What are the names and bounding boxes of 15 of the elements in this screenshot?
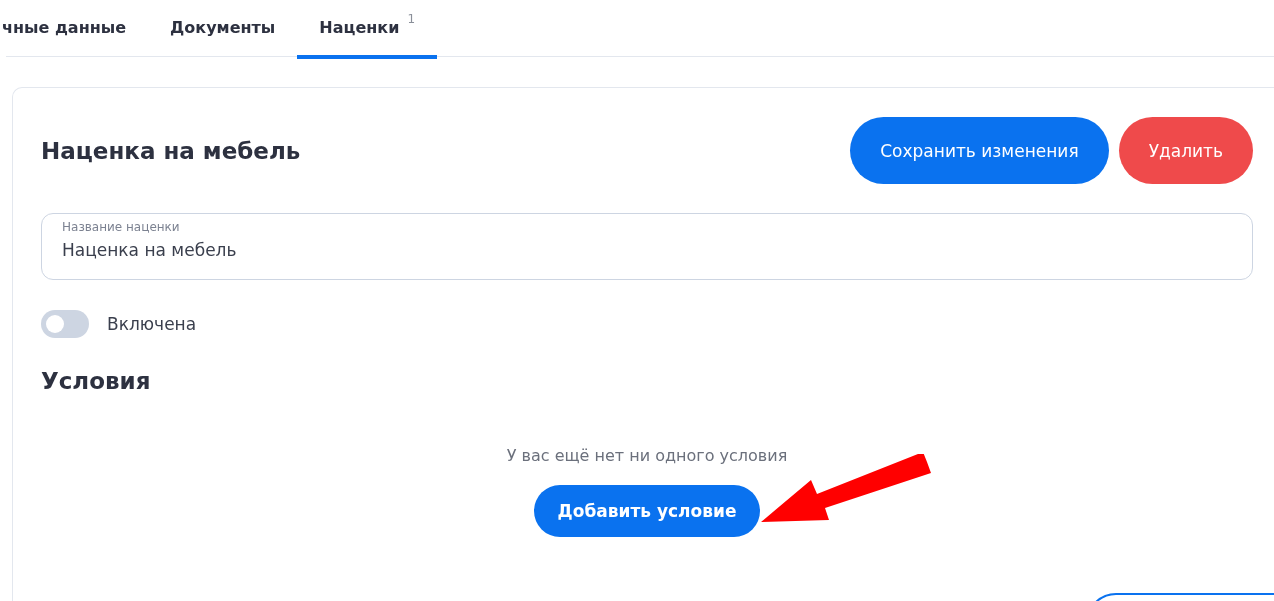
markup-title: Наценка на мебель [41,137,302,164]
enabled-toggle[interactable] [41,310,89,338]
conditions-heading: Условия [41,368,152,394]
tab[interactable]: Документы [148,0,298,59]
delete-button[interactable]: Удалить [1118,117,1253,184]
tab-count: 1 [407,12,415,26]
name-input[interactable]: Наценка на мебель [62,240,1232,260]
tab[interactable]: чные данные [2,0,149,59]
save-button[interactable]: Сохранить изменения [850,117,1109,184]
toggle-label: Включена [107,314,197,334]
add-condition-button[interactable]: Добавить условие [533,485,761,537]
name-field[interactable]: Название наценки Наценка на мебель [41,213,1253,280]
empty-message: У вас ещё нет ни одного условия [506,446,788,465]
field-label: Название наценки [62,220,181,234]
tab[interactable]: Наценки 1 [297,0,437,59]
